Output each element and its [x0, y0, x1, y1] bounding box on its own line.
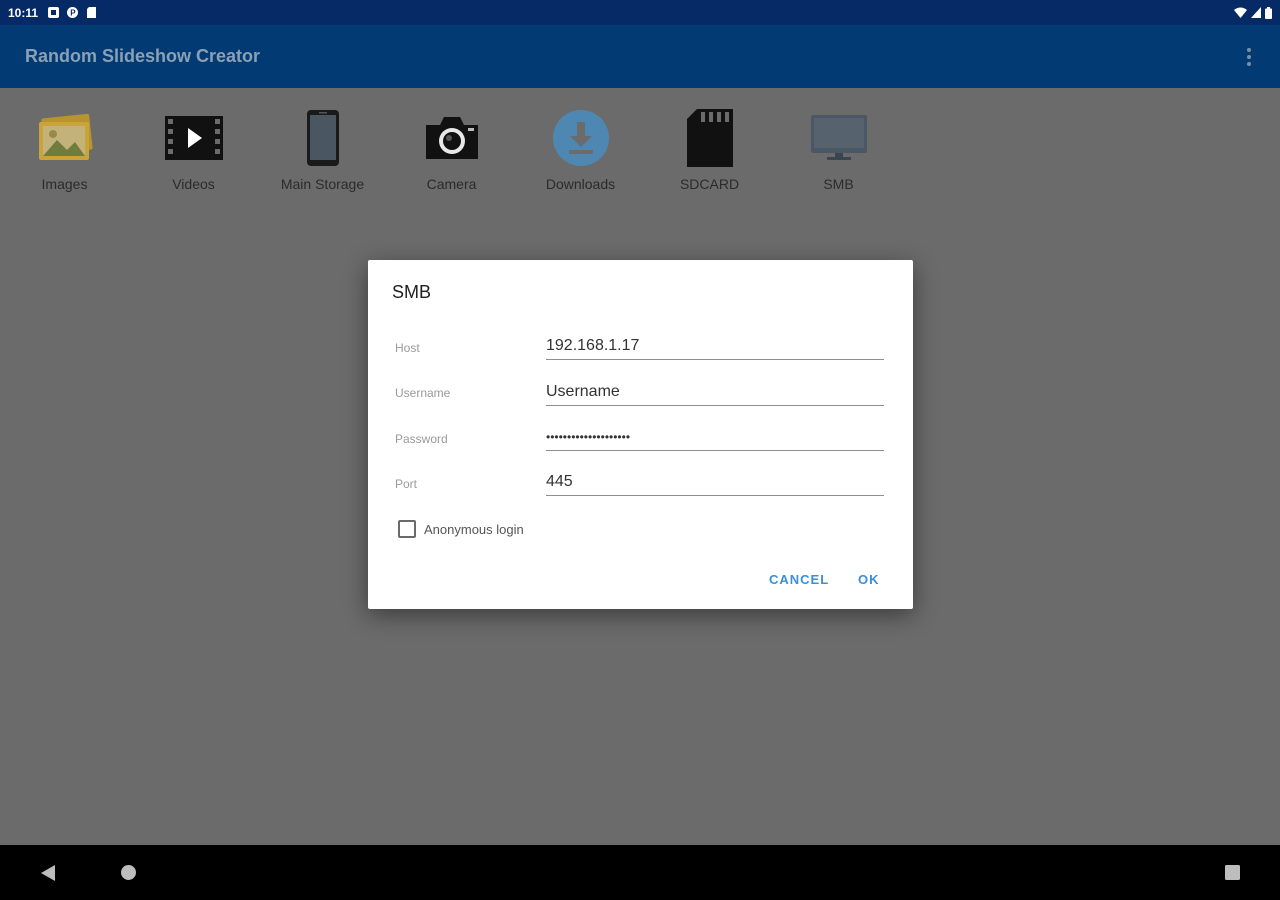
download-icon — [549, 108, 613, 168]
p-app-icon: P — [67, 7, 79, 18]
source-label: Downloads — [545, 176, 616, 192]
status-bar: 10:11 P — [0, 0, 1280, 25]
ok-button[interactable]: OK — [858, 572, 880, 587]
source-videos[interactable]: Videos — [129, 108, 258, 192]
source-label: Camera — [426, 176, 477, 192]
app-bar: Random Slideshow Creator — [0, 25, 1280, 88]
source-main-storage[interactable]: Main Storage — [258, 108, 387, 192]
dialog-title: SMB — [392, 282, 432, 302]
monitor-icon — [807, 108, 871, 168]
app-title: Random Slideshow Creator — [25, 46, 261, 66]
recents-icon[interactable] — [1214, 845, 1250, 900]
battery-icon — [1265, 6, 1272, 19]
anonymous-login-checkbox[interactable]: Anonymous login — [398, 520, 524, 538]
notification-square-icon — [48, 7, 60, 18]
status-time: 10:11 — [8, 5, 39, 20]
source-label: Videos — [172, 176, 215, 192]
host-input[interactable] — [546, 332, 884, 360]
home-icon[interactable] — [110, 845, 146, 900]
source-downloads[interactable]: Downloads — [516, 108, 645, 192]
smb-dialog: SMB Host Username Password Port Anonymou… — [368, 260, 913, 609]
camera-icon — [420, 108, 484, 168]
svg-text:P: P — [70, 9, 76, 18]
cancel-button[interactable]: CANCEL — [769, 572, 829, 587]
source-images[interactable]: Images — [0, 108, 129, 192]
source-label: SDCARD — [679, 176, 740, 192]
source-smb[interactable]: SMB — [774, 108, 903, 192]
phone-icon — [291, 108, 355, 168]
signal-icon — [1251, 7, 1261, 18]
host-label: Host — [395, 341, 420, 355]
password-input[interactable] — [546, 423, 884, 451]
source-label: Main Storage — [280, 176, 365, 192]
source-label: Images — [41, 176, 88, 192]
source-list: Images Videos Main Storage Camera Downlo… — [0, 108, 903, 192]
port-input[interactable] — [546, 468, 884, 496]
images-icon — [33, 108, 97, 168]
back-icon[interactable] — [30, 845, 66, 900]
checkbox-box[interactable] — [398, 520, 416, 538]
navigation-bar — [0, 845, 1280, 900]
password-label: Password — [395, 432, 448, 446]
notification-icons: P — [48, 7, 97, 18]
videos-icon — [162, 108, 226, 168]
system-status-icons — [1234, 6, 1272, 19]
wifi-icon — [1234, 7, 1247, 18]
source-camera[interactable]: Camera — [387, 108, 516, 192]
anonymous-login-label: Anonymous login — [424, 521, 524, 537]
overflow-menu-icon[interactable] — [1243, 45, 1255, 69]
username-label: Username — [395, 386, 451, 400]
source-sdcard[interactable]: SDCARD — [645, 108, 774, 192]
username-input[interactable] — [546, 378, 884, 406]
port-label: Port — [395, 477, 418, 491]
sdcard-icon — [678, 108, 742, 168]
sd-card-icon — [87, 7, 97, 18]
source-label: SMB — [823, 176, 854, 192]
